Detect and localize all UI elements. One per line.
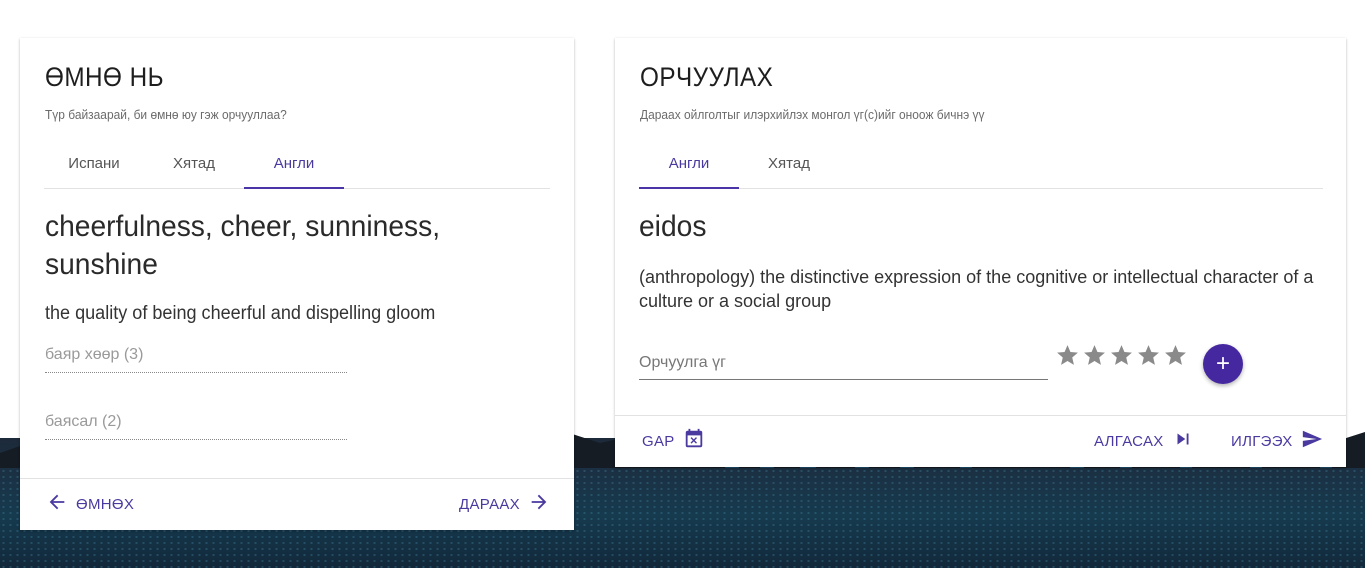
previous-word: cheerfulness, cheer, sunniness, sunshine: [45, 210, 441, 281]
previous-language-tabs: Испани Хятад Англи: [44, 144, 550, 189]
send-button-label: ИЛГЭЭХ: [1231, 432, 1293, 450]
arrow-left-icon: [46, 491, 68, 517]
calendar-remove-icon: [683, 428, 705, 454]
translate-word: eidos: [639, 210, 707, 243]
tab-english[interactable]: Англи: [244, 144, 344, 189]
suggestion-item[interactable]: баясал (2): [45, 410, 347, 440]
skip-button[interactable]: АЛГАСАХ: [1094, 416, 1194, 466]
skip-next-icon: [1172, 428, 1194, 454]
previous-card-footer: ӨМНӨХ ДАРААХ: [20, 478, 574, 530]
rating-stars: [1055, 343, 1188, 368]
translate-title: ОРЧУУЛАХ: [640, 62, 774, 92]
arrow-right-icon: [528, 491, 550, 517]
star-icon[interactable]: [1082, 343, 1107, 368]
add-translation-button[interactable]: +: [1203, 344, 1243, 384]
translation-field: [639, 348, 1048, 380]
tab-english[interactable]: Англи: [639, 144, 739, 189]
prev-button[interactable]: ӨМНӨХ: [46, 479, 134, 529]
gap-button-label: GAP: [642, 432, 675, 450]
star-icon[interactable]: [1163, 343, 1188, 368]
previous-definition: the quality of being cheerful and dispel…: [45, 303, 436, 324]
star-icon[interactable]: [1109, 343, 1134, 368]
previous-subtitle: Түр байзаарай, би өмнө юу гэж орчууллаа?: [45, 107, 287, 122]
previous-card: ӨМНӨ НЬ Түр байзаарай, би өмнө юу гэж ор…: [20, 38, 574, 530]
translation-input[interactable]: [639, 348, 1048, 378]
gap-button[interactable]: GAP: [642, 416, 705, 466]
previous-title: ӨМНӨ НЬ: [45, 62, 164, 92]
tab-chinese[interactable]: Хятад: [739, 144, 839, 188]
send-button[interactable]: ИЛГЭЭХ: [1231, 416, 1323, 466]
tab-spanish[interactable]: Испани: [44, 144, 144, 188]
translate-definition: (anthropology) the distinctive expressio…: [639, 267, 1314, 311]
translate-language-tabs: Англи Хятад: [639, 144, 1323, 189]
star-icon[interactable]: [1055, 343, 1080, 368]
suggestion-item[interactable]: баяр хөөр (3): [45, 343, 347, 373]
skip-button-label: АЛГАСАХ: [1094, 432, 1164, 450]
translate-card: ОРЧУУЛАХ Дараах ойлголтыг илэрхийлэх мон…: [615, 38, 1346, 467]
translate-subtitle: Дараах ойлголтыг илэрхийлэх монгол үг(с)…: [640, 107, 985, 122]
translate-card-footer: GAP АЛГАСАХ ИЛГЭЭХ: [615, 415, 1346, 467]
tab-chinese[interactable]: Хятад: [144, 144, 244, 188]
send-icon: [1301, 428, 1323, 454]
prev-button-label: ӨМНӨХ: [76, 495, 135, 513]
star-icon[interactable]: [1136, 343, 1161, 368]
next-button-label: ДАРААХ: [459, 495, 520, 513]
next-button[interactable]: ДАРААХ: [459, 479, 550, 529]
